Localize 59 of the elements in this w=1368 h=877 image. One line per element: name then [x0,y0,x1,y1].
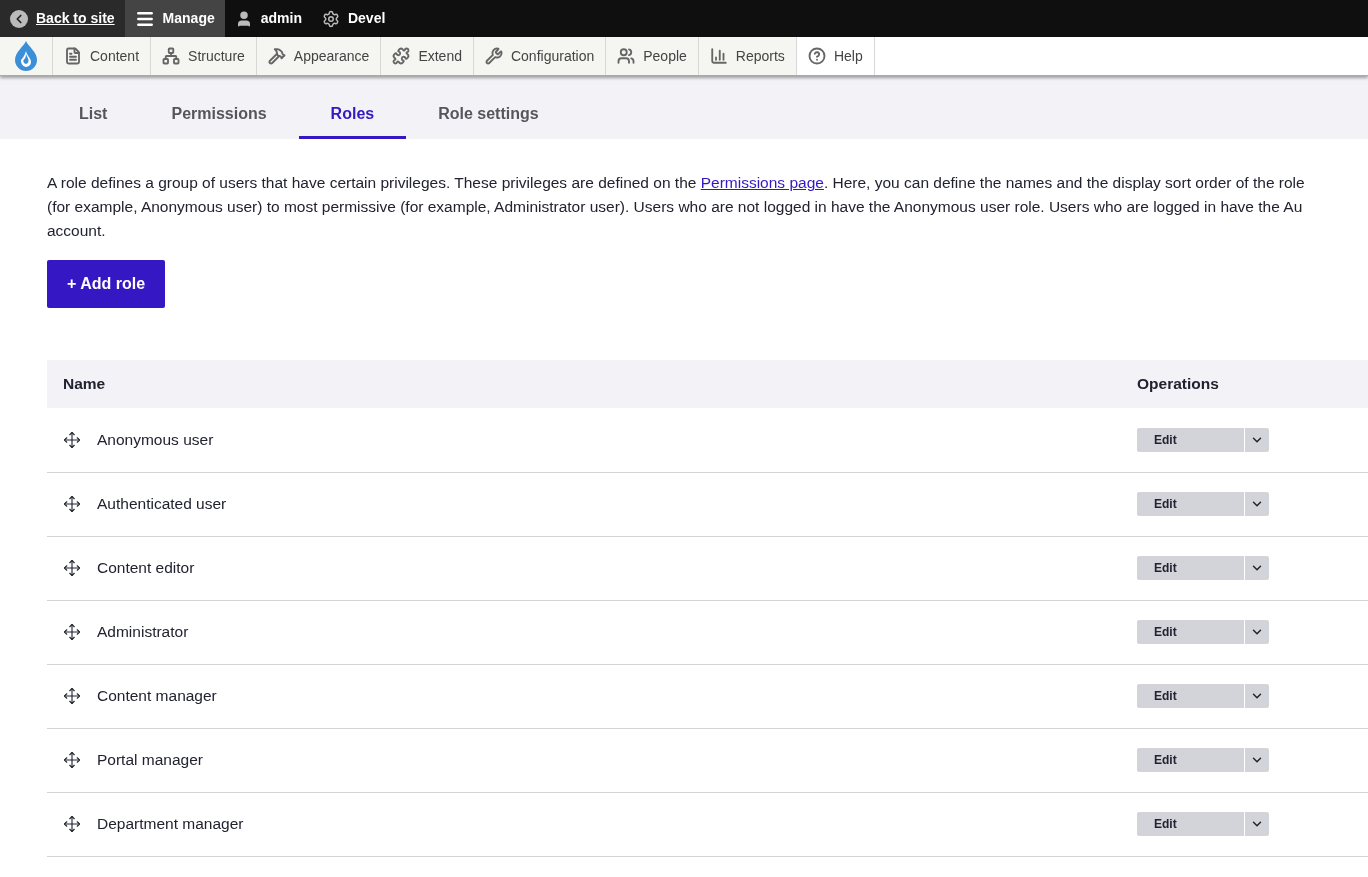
role-name: Anonymous user [97,430,214,451]
back-icon [10,9,28,28]
permissions-page-link[interactable]: Permissions page [700,174,824,191]
edit-button[interactable]: Edit [1137,620,1245,644]
drag-handle-icon[interactable] [63,559,81,577]
role-name: Department manager [97,814,244,835]
role-name: Content editor [97,558,195,579]
wrench-icon [484,47,503,65]
dropdown-toggle[interactable] [1245,427,1269,452]
tab[interactable]: List [47,91,140,139]
edit-button[interactable]: Edit [1137,556,1245,580]
people-icon [617,47,636,65]
hierarchy-icon [162,47,181,65]
drag-handle-icon[interactable] [63,751,81,769]
drag-handle-icon[interactable] [63,430,81,449]
help-icon [807,47,826,65]
dropdown-toggle[interactable] [1245,812,1269,836]
toolbar-tab[interactable]: Manage [124,0,225,37]
tab[interactable]: Permissions [139,91,299,139]
description-text: A role defines a group of users that have certain privileges. These privileges are defined on the Permissions page. Here, you can define the names and the display sort order of the role (for example, Anonymous user) to most permissive (for example, Administrator user). Users who are not logged in have the Anonymous user role. Users who are logged in have the Au account. [47,173,1306,241]
column-header: Operations [1137,375,1219,392]
drag-handle-icon[interactable] [63,687,81,705]
edit-button[interactable]: Edit [1137,812,1245,836]
toolbar-tab[interactable]: admin [224,0,312,37]
settings-icon [321,9,340,28]
drupal-logo-icon[interactable] [14,40,38,72]
edit-button[interactable]: Edit [1137,748,1245,772]
edit-button[interactable]: Edit [1137,684,1245,708]
add-role-button[interactable]: + Add role [47,260,166,308]
hammer-icon [267,47,286,65]
admin-menu-item[interactable]: Reports [698,37,797,75]
drag-handle-icon[interactable] [63,815,81,833]
admin-menu-item[interactable]: Extend [381,37,474,75]
admin-menu-item[interactable]: Structure [151,37,257,75]
admin-menu-item[interactable]: Configuration [473,37,607,75]
tab[interactable]: Roles [298,91,407,139]
dropdown-toggle[interactable] [1245,684,1269,708]
document-icon [64,47,82,65]
admin-menu-item[interactable]: People [606,37,699,75]
edit-button[interactable]: Edit [1137,492,1245,516]
dropdown-toggle[interactable] [1245,748,1269,772]
role-name: Authenticated user [97,494,227,515]
role-name: Portal manager [97,750,203,771]
admin-menu-item[interactable]: Content [53,37,152,75]
bar-chart-icon [709,47,728,65]
edit-button[interactable]: Edit [1137,427,1245,452]
dropdown-toggle[interactable] [1245,556,1269,580]
role-name: Administrator [97,622,189,643]
admin-menu-item[interactable]: Appearance [256,37,382,75]
toolbar-tab[interactable]: Devel [311,0,396,37]
dropdown-toggle[interactable] [1245,620,1269,644]
puzzle-icon [392,47,411,65]
column-header: Name [63,375,106,392]
dropdown-toggle[interactable] [1245,492,1269,516]
drag-handle-icon[interactable] [63,623,81,641]
back-to-site-link[interactable]: Back to site [0,0,125,37]
role-name: Content manager [97,686,217,707]
tab[interactable]: Role settings [406,91,571,139]
drag-handle-icon[interactable] [63,495,81,513]
